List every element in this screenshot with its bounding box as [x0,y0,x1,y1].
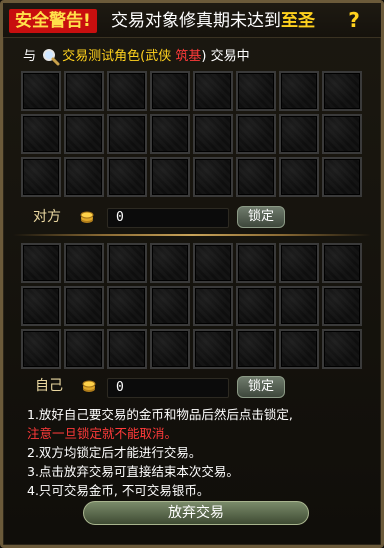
own-item-slot[interactable] [21,286,61,326]
own-item-slot[interactable] [322,243,362,283]
question-mark-icon[interactable]: ? [344,8,364,32]
own-item-slot[interactable] [236,329,276,369]
partner-item-slot[interactable] [150,114,190,154]
partner-item-slot[interactable] [279,157,319,197]
partner-item-slot[interactable] [322,71,362,111]
partner-prefix: 与 [23,49,37,64]
own-item-slot[interactable] [107,329,147,369]
partner-item-slot[interactable] [193,157,233,197]
partner-side-label: 对方 [33,209,61,225]
partner-item-slot[interactable] [150,71,190,111]
own-item-slot[interactable] [236,243,276,283]
own-item-slot[interactable] [21,243,61,283]
partner-name: 交易测试角色(武侠 [62,49,172,64]
security-warning-badge: 安全警告! [9,9,97,33]
partner-item-slot[interactable] [279,71,319,111]
own-item-slot[interactable] [322,286,362,326]
own-money-input[interactable]: 0 [107,378,229,398]
rule-1: 1.放好自己要交易的金币和物品后然后点击锁定, [27,407,293,422]
own-item-slot[interactable] [279,286,319,326]
partner-item-slot[interactable] [236,157,276,197]
cancel-trade-button[interactable]: 放弃交易 [83,501,309,525]
warning-realm: 至圣 [281,11,315,31]
security-warning-bar: 安全警告! 交易对象修真期未达到至圣 ? [3,3,381,38]
own-item-slot[interactable] [193,329,233,369]
gold-coin-icon [82,380,96,392]
own-item-slot[interactable] [150,286,190,326]
partner-money-field: 0 [107,208,229,228]
partner-suffix: ) 交易中 [201,49,250,64]
trade-partner-line: 与 交易测试角色(武侠 筑基) 交易中 [23,47,250,67]
own-item-grid [21,243,362,369]
security-warning-text: 交易对象修真期未达到至圣 [111,9,315,33]
rule-1-warning: 注意一旦锁定就不能取消。 [27,426,178,441]
partner-item-slot[interactable] [64,71,104,111]
magnifier-icon[interactable] [42,48,60,66]
own-side-label: 自己 [35,378,63,394]
own-item-slot[interactable] [236,286,276,326]
own-item-slot[interactable] [279,329,319,369]
rule-2: 2.双方均锁定后才能进行交易。 [27,445,202,460]
own-item-slot[interactable] [279,243,319,283]
section-divider [13,234,371,236]
trade-window: 安全警告! 交易对象修真期未达到至圣 ? 与 交易测试角色(武侠 筑基) 交易中… [0,0,384,548]
partner-item-slot[interactable] [322,114,362,154]
own-item-slot[interactable] [193,286,233,326]
own-item-slot[interactable] [150,243,190,283]
partner-item-slot[interactable] [21,157,61,197]
partner-item-slot[interactable] [107,71,147,111]
gold-coin-icon [80,211,94,223]
own-item-slot[interactable] [322,329,362,369]
partner-item-slot[interactable] [21,114,61,154]
partner-lock-button[interactable]: 锁定 [237,206,285,228]
partner-item-slot[interactable] [64,157,104,197]
own-item-slot[interactable] [107,286,147,326]
partner-item-slot[interactable] [150,157,190,197]
partner-item-slot[interactable] [107,157,147,197]
own-item-slot[interactable] [64,286,104,326]
partner-item-slot[interactable] [193,71,233,111]
own-item-slot[interactable] [150,329,190,369]
own-item-slot[interactable] [107,243,147,283]
own-item-slot[interactable] [21,329,61,369]
partner-item-slot[interactable] [279,114,319,154]
own-item-slot[interactable] [64,243,104,283]
partner-item-slot[interactable] [64,114,104,154]
warning-message: 交易对象修真期未达到 [111,11,281,31]
own-lock-button[interactable]: 锁定 [237,376,285,398]
rule-4: 4.只可交易金币, 不可交易银币。 [27,483,210,498]
rule-3: 3.点击放弃交易可直接结束本次交易。 [27,464,239,479]
own-item-slot[interactable] [193,243,233,283]
partner-realm: 筑基 [175,49,202,64]
partner-item-slot[interactable] [236,114,276,154]
own-item-slot[interactable] [64,329,104,369]
partner-item-slot[interactable] [107,114,147,154]
partner-item-slot[interactable] [236,71,276,111]
partner-item-slot[interactable] [21,71,61,111]
partner-item-slot[interactable] [193,114,233,154]
partner-item-slot[interactable] [322,157,362,197]
trade-rules: 1.放好自己要交易的金币和物品后然后点击锁定, 注意一旦锁定就不能取消。 2.双… [27,405,371,500]
partner-item-grid [21,71,362,197]
